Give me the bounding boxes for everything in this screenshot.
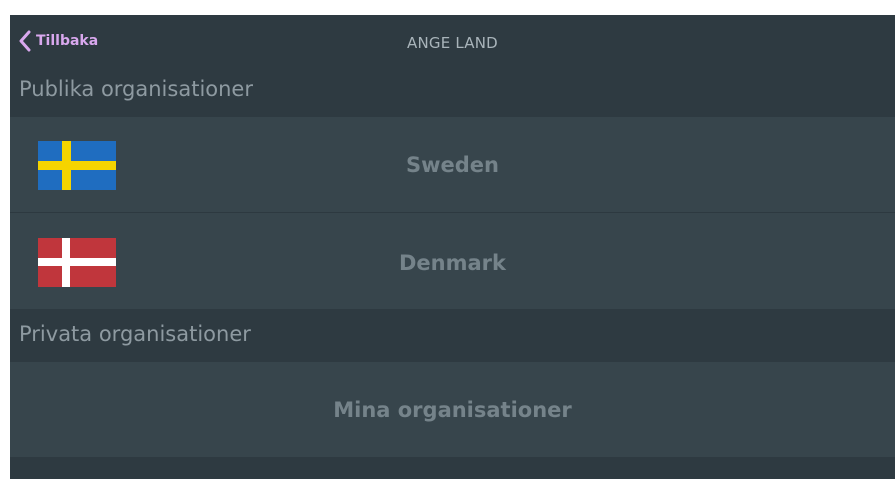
- list-item-my-organizations[interactable]: Mina organisationer: [10, 362, 895, 457]
- nav-header: Tillbaka ANGE LAND: [10, 15, 895, 70]
- section-header-public: Publika organisationer: [19, 77, 253, 101]
- app-screen: Tillbaka ANGE LAND Publika organisatione…: [10, 15, 895, 479]
- list-item-label: Mina organisationer: [333, 398, 572, 422]
- section-header-private: Privata organisationer: [19, 322, 251, 346]
- list-item-label: Sweden: [406, 153, 499, 177]
- list-item-sweden[interactable]: Sweden: [10, 117, 895, 213]
- list-item-denmark[interactable]: Denmark: [10, 213, 895, 309]
- page-title: ANGE LAND: [407, 34, 498, 52]
- list-item-label: Denmark: [399, 251, 506, 275]
